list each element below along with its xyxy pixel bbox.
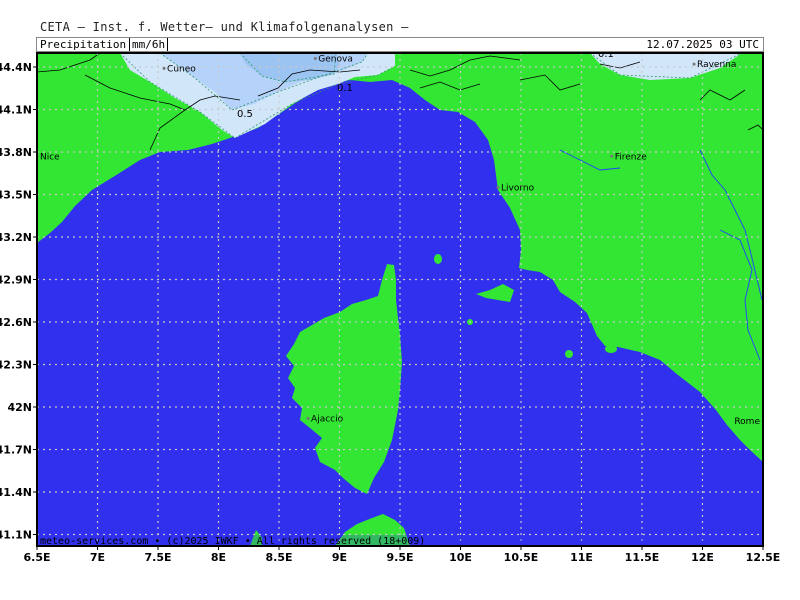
city-marker — [162, 66, 166, 70]
city-label: Cuneo — [167, 64, 196, 74]
precipitation-map: 0.5 0.1 0.1 Cuneo Genova Ravenna Nice Firenz… — [0, 49, 781, 564]
y-tick-label: 43.8N — [0, 146, 32, 159]
capraia-island — [434, 254, 442, 264]
x-tick-label: 11.5E — [625, 551, 660, 564]
y-tick-label: 43.5N — [0, 189, 32, 202]
city-marker — [313, 57, 317, 60]
x-tick-label: 12.5E — [746, 551, 781, 564]
city-marker — [692, 62, 696, 66]
y-tick-label: 42N — [7, 401, 32, 414]
city-label: Firenze — [615, 152, 647, 162]
x-tick-label: 7.5E — [144, 551, 171, 564]
city-label: Livorno — [501, 183, 535, 193]
city-marker — [610, 154, 614, 158]
contour-label-0-1-genova: 0.1 — [337, 83, 353, 94]
contour-label-0-1-adriatic: 0.1 — [598, 49, 614, 60]
y-tick-label: 41.7N — [0, 444, 32, 457]
x-tick-label: 8E — [211, 551, 226, 564]
city-marker — [496, 185, 500, 189]
giglio-island — [565, 350, 573, 358]
contour-label-0-5: 0.5 — [237, 109, 253, 120]
x-tick-label: 11E — [570, 551, 593, 564]
city-marker — [306, 416, 310, 420]
x-tick-label: 8.5E — [265, 551, 292, 564]
city-label: Rome — [734, 417, 760, 427]
city-label: Ajaccio — [311, 414, 344, 424]
y-tick-label: 44.4N — [0, 61, 32, 74]
city-label: Nice — [40, 152, 60, 162]
y-tick-label: 43.2N — [0, 231, 32, 244]
y-tick-label: 42.9N — [0, 274, 32, 287]
x-tick-label: 9.5E — [386, 551, 413, 564]
y-tick-label: 44.1N — [0, 104, 32, 117]
y-tick-label: 41.1N — [0, 529, 32, 542]
city-label: Ravenna — [697, 60, 736, 70]
x-tick-label: 10.5E — [504, 551, 539, 564]
city-label: Genova — [318, 55, 353, 65]
y-tick-label: 42.6N — [0, 316, 32, 329]
y-tick-label: 41.4N — [0, 486, 32, 499]
monte-argentario — [605, 345, 617, 353]
x-tick-label: 7E — [90, 551, 105, 564]
x-tick-label: 9E — [332, 551, 347, 564]
y-tick-label: 42.3N — [0, 359, 32, 372]
x-tick-label: 12E — [691, 551, 714, 564]
x-tick-label: 10E — [449, 551, 472, 564]
x-tick-label: 6.5E — [23, 551, 50, 564]
